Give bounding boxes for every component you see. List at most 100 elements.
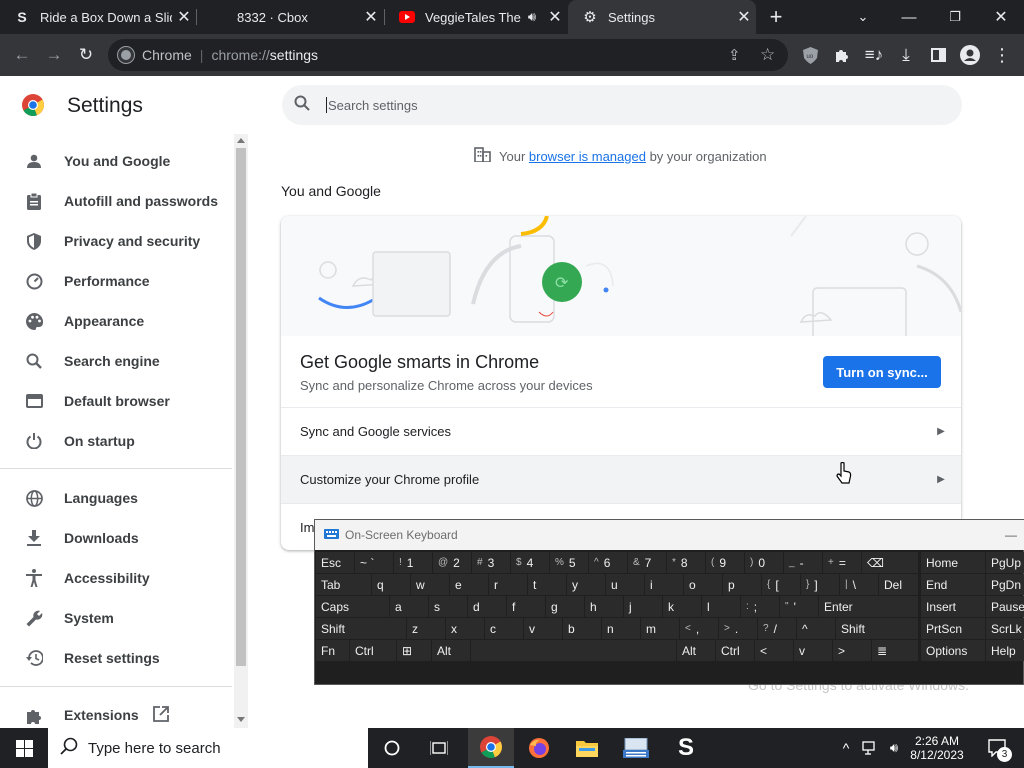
taskbar-file-explorer-icon[interactable] xyxy=(564,728,610,768)
osk-key[interactable]: Home xyxy=(921,552,985,573)
sidebar-item-system[interactable]: System xyxy=(0,598,232,638)
osk-key[interactable]: Insert xyxy=(921,596,985,617)
osk-key[interactable]: > xyxy=(833,640,871,661)
osk-key[interactable]: (9 xyxy=(706,552,744,573)
osk-key[interactable]: u xyxy=(606,574,644,595)
scrollbar-thumb[interactable] xyxy=(236,148,246,666)
turn-on-sync-button[interactable]: Turn on sync... xyxy=(823,356,941,388)
osk-key[interactable]: }] xyxy=(801,574,839,595)
osk-key[interactable]: @2 xyxy=(433,552,471,573)
taskbar-search-box[interactable]: Type here to search xyxy=(48,728,368,768)
sidebar-item-you-and-google[interactable]: You and Google xyxy=(0,141,232,181)
osk-key[interactable]: ) 0 xyxy=(745,552,783,573)
osk-key[interactable]: a xyxy=(390,596,428,617)
tab-ride-a-box[interactable]: S Ride a Box Down a Slid ✕ xyxy=(0,0,196,34)
osk-key[interactable]: x xyxy=(446,618,484,639)
close-icon[interactable]: ✕ xyxy=(543,7,567,27)
tab-settings[interactable]: ⚙ Settings ✕ xyxy=(568,0,756,34)
osk-key[interactable]: Help xyxy=(986,640,1024,661)
new-tab-button[interactable]: + xyxy=(756,0,796,34)
osk-key[interactable]: ^ 6 xyxy=(589,552,627,573)
osk-key[interactable]: f xyxy=(507,596,545,617)
osk-key[interactable]: < xyxy=(755,640,793,661)
osk-key[interactable]: ScrLk xyxy=(986,618,1024,639)
speaker-icon[interactable]: 🔊︎ xyxy=(521,9,543,25)
search-settings-box[interactable]: Search settings xyxy=(282,85,962,125)
sidebar-item-languages[interactable]: Languages xyxy=(0,478,232,518)
share-icon[interactable]: ⇪ xyxy=(728,46,741,64)
osk-key[interactable]: End xyxy=(921,574,985,595)
tab-search-chevron-icon[interactable]: ⌄ xyxy=(840,0,886,34)
osk-key[interactable]: % 5 xyxy=(550,552,588,573)
osk-key[interactable]: g xyxy=(546,596,584,617)
scroll-down-arrow-icon[interactable] xyxy=(237,717,245,722)
osk-key[interactable]: l xyxy=(702,596,740,617)
osk-key[interactable]: PgDn xyxy=(986,574,1024,595)
sidebar-item-default-browser[interactable]: Default browser xyxy=(0,381,232,421)
osk-key[interactable]: ! 1 xyxy=(394,552,432,573)
close-icon[interactable]: ✕ xyxy=(172,7,196,27)
puzzle-icon[interactable] xyxy=(826,34,858,76)
osk-key[interactable]: d xyxy=(468,596,506,617)
minimize-button[interactable]: — xyxy=(1005,528,1017,542)
osk-key[interactable]: ~ ` xyxy=(355,552,393,573)
task-view-icon[interactable] xyxy=(416,728,462,768)
sidebar-item-downloads[interactable]: Downloads xyxy=(0,518,232,558)
osk-titlebar[interactable]: On-Screen Keyboard — xyxy=(315,520,1024,550)
osk-key[interactable]: Options xyxy=(921,640,985,661)
osk-key[interactable]: m xyxy=(641,618,679,639)
tab-cbox[interactable]: 8332 · Cbox ✕ xyxy=(197,0,383,34)
reload-icon[interactable]: ↻ xyxy=(70,34,102,76)
address-bar[interactable]: Chrome | chrome:// settings ⇪ ☆ xyxy=(108,39,788,71)
network-icon[interactable] xyxy=(858,728,882,768)
sync-services-row[interactable]: Sync and Google services ▶ xyxy=(281,407,961,455)
side-panel-icon[interactable] xyxy=(922,34,954,76)
cortana-icon[interactable] xyxy=(370,728,414,768)
scroll-up-arrow-icon[interactable] xyxy=(237,138,245,143)
osk-key[interactable] xyxy=(471,640,676,661)
kebab-menu-icon[interactable]: ⋮ xyxy=(986,34,1018,76)
download-icon[interactable]: ⤓ xyxy=(890,34,922,76)
osk-key[interactable]: _ - xyxy=(784,552,822,573)
sidebar-item-on-startup[interactable]: On startup xyxy=(0,421,232,461)
osk-key[interactable]: c xyxy=(485,618,523,639)
osk-key[interactable]: " ' xyxy=(780,596,818,617)
osk-key[interactable]: ⊞ xyxy=(397,640,431,661)
osk-key[interactable]: v xyxy=(794,640,832,661)
osk-key[interactable]: PgUp xyxy=(986,552,1024,573)
taskbar-clock[interactable]: 2:26 AM 8/12/2023 xyxy=(906,728,968,768)
osk-key[interactable]: ⌫ xyxy=(862,552,918,573)
osk-key[interactable]: Ctrl xyxy=(350,640,396,661)
osk-key[interactable]: h xyxy=(585,596,623,617)
sidebar-scrollbar[interactable] xyxy=(234,134,248,728)
windows-start-icon[interactable] xyxy=(0,728,48,768)
osk-key[interactable]: Tab xyxy=(316,574,371,595)
osk-key[interactable]: Pause xyxy=(986,596,1024,617)
osk-key[interactable]: >. xyxy=(719,618,757,639)
back-arrow-icon[interactable]: ← xyxy=(6,34,38,76)
osk-key[interactable]: w xyxy=(411,574,449,595)
osk-key[interactable]: Alt xyxy=(677,640,715,661)
restore-button[interactable]: ❐ xyxy=(932,0,978,34)
sidebar-item-reset-settings[interactable]: Reset settings xyxy=(0,638,232,678)
media-playlist-icon[interactable]: ≡♪ xyxy=(858,34,890,76)
osk-key[interactable]: Esc xyxy=(316,552,354,573)
sidebar-item-autofill[interactable]: Autofill and passwords xyxy=(0,181,232,221)
osk-key[interactable]: #3 xyxy=(472,552,510,573)
notification-center-icon[interactable]: 3 xyxy=(978,728,1018,768)
osk-key[interactable]: r xyxy=(489,574,527,595)
osk-key[interactable]: | \ xyxy=(840,574,878,595)
show-hidden-icons-chevron-icon[interactable]: ^ xyxy=(834,728,858,768)
osk-key[interactable]: t xyxy=(528,574,566,595)
osk-key[interactable]: Alt xyxy=(432,640,470,661)
sidebar-item-appearance[interactable]: Appearance xyxy=(0,301,232,341)
osk-key[interactable]: * 8 xyxy=(667,552,705,573)
osk-key[interactable]: & 7 xyxy=(628,552,666,573)
osk-key[interactable]: p xyxy=(723,574,761,595)
customize-profile-row[interactable]: Customize your Chrome profile ▶ xyxy=(281,455,961,503)
osk-key[interactable]: ≣ xyxy=(872,640,918,661)
taskbar-osk-icon[interactable] xyxy=(612,728,660,768)
osk-key[interactable]: y xyxy=(567,574,605,595)
osk-key[interactable]: Ctrl xyxy=(716,640,754,661)
taskbar-s-app-icon[interactable]: S xyxy=(662,728,710,768)
